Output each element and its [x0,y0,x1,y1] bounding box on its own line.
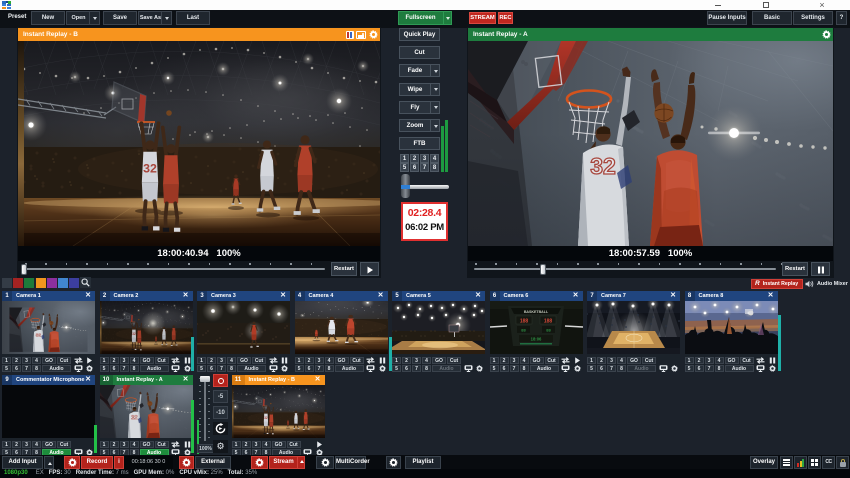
svg-text:32: 32 [36,332,42,338]
svg-text:88: 88 [521,328,526,333]
svg-text:88: 88 [546,328,551,333]
svg-text:32: 32 [590,153,616,179]
svg-text:188: 188 [543,319,552,325]
svg-text:BASKETBALL: BASKETBALL [523,310,548,314]
svg-text:188: 188 [519,319,528,325]
svg-text:32: 32 [143,162,157,176]
svg-text:18:06: 18:06 [530,337,541,342]
svg-text:32: 32 [264,416,268,420]
svg-text:32: 32 [131,415,138,421]
